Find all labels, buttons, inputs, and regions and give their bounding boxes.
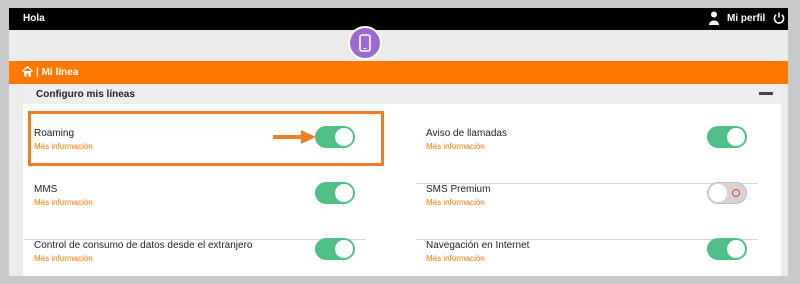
toggle-knob xyxy=(727,240,745,258)
page-title: | Mi línea xyxy=(36,67,79,78)
section-title: Configuro mis líneas xyxy=(36,89,135,100)
sms-premium-toggle[interactable] xyxy=(707,182,747,204)
highlight-box xyxy=(28,111,384,166)
internet-toggle[interactable] xyxy=(707,238,747,260)
setting-label: Aviso de llamadas xyxy=(426,128,507,139)
app-frame: Hola Mi perfil | Mi línea Configuro mis … xyxy=(9,8,788,276)
more-info-link[interactable]: Más información xyxy=(34,198,93,207)
profile-link[interactable]: Mi perfil xyxy=(727,13,765,24)
breadcrumb: | Mi línea xyxy=(9,61,788,84)
more-info-link[interactable]: Más información xyxy=(34,254,93,263)
toggle-knob xyxy=(335,184,353,202)
home-icon[interactable] xyxy=(22,66,33,77)
collapse-icon[interactable] xyxy=(759,92,773,95)
setting-roaming-data-control: Control de consumo de datos desde el ext… xyxy=(34,238,374,276)
off-indicator-icon xyxy=(732,189,740,197)
top-bar: Hola Mi perfil xyxy=(9,8,788,30)
smartphone-icon xyxy=(359,34,371,52)
more-info-link[interactable]: Más información xyxy=(426,198,485,207)
more-info-link[interactable]: Más información xyxy=(426,142,485,151)
toggle-knob xyxy=(727,128,745,146)
user-icon[interactable] xyxy=(709,11,719,25)
setting-label: Control de consumo de datos desde el ext… xyxy=(34,240,253,251)
power-icon[interactable] xyxy=(773,12,785,24)
device-selector[interactable] xyxy=(348,26,382,60)
section-header[interactable]: Configuro mis líneas xyxy=(23,84,781,104)
more-info-link[interactable]: Más información xyxy=(426,254,485,263)
arrow-icon xyxy=(273,130,316,144)
setting-label: SMS Premium xyxy=(426,184,491,195)
setting-internet: Navegación en Internet Más información xyxy=(426,238,766,276)
greeting: Hola xyxy=(23,13,45,24)
setting-sms-premium: SMS Premium Más información xyxy=(416,182,766,240)
setting-mms: MMS Más información xyxy=(24,182,374,240)
toggle-knob xyxy=(709,184,727,202)
setting-label: Navegación en Internet xyxy=(426,240,530,251)
setting-label: MMS xyxy=(34,184,58,195)
mms-toggle[interactable] xyxy=(315,182,355,204)
setting-call-waiting: Aviso de llamadas Más información xyxy=(416,126,766,184)
toggle-knob xyxy=(335,240,353,258)
data-control-toggle[interactable] xyxy=(315,238,355,260)
call-waiting-toggle[interactable] xyxy=(707,126,747,148)
